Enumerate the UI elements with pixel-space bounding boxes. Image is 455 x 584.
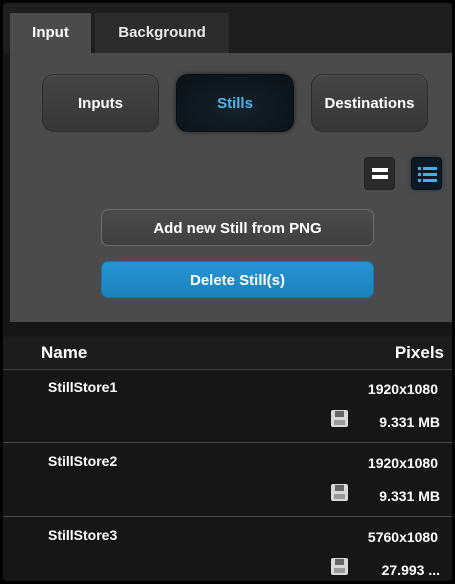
column-header-name[interactable]: Name — [41, 337, 87, 369]
column-header-pixels[interactable]: Pixels — [395, 337, 444, 369]
single-view-button[interactable] — [364, 157, 395, 190]
table-row[interactable]: StillStore2 1920x1080 9.331 MB — [3, 444, 452, 517]
still-pixels: 1920x1080 — [367, 381, 438, 397]
tab-input[interactable]: Input — [10, 13, 91, 53]
still-name: StillStore2 — [48, 453, 118, 469]
stills-window: Input Background Inputs Stills Destinati… — [3, 3, 452, 581]
still-size: 9.331 MB — [379, 488, 440, 504]
floppy-disk-icon — [331, 410, 348, 427]
tab-bar: Input Background — [3, 3, 452, 53]
table-header: Name Pixels — [3, 337, 452, 370]
still-size: 9.331 MB — [379, 414, 440, 430]
still-name: StillStore3 — [48, 527, 118, 543]
inputs-button[interactable]: Inputs — [42, 74, 159, 132]
still-pixels: 5760x1080 — [367, 529, 438, 545]
still-pixels: 1920x1080 — [367, 455, 438, 471]
delete-still-button[interactable]: Delete Still(s) — [101, 261, 374, 298]
list-view-button[interactable] — [411, 157, 442, 190]
tab-background[interactable]: Background — [95, 13, 229, 53]
stills-button[interactable]: Stills — [176, 74, 294, 132]
table-row[interactable]: StillStore3 5760x1080 27.993 ... — [3, 518, 452, 581]
input-panel: Inputs Stills Destinations Add new Still… — [10, 53, 452, 322]
floppy-disk-icon — [331, 484, 348, 501]
still-size: 27.993 ... — [381, 562, 440, 578]
destinations-button[interactable]: Destinations — [311, 74, 428, 132]
table-row[interactable]: StillStore1 1920x1080 9.331 MB — [3, 370, 452, 443]
add-still-button[interactable]: Add new Still from PNG — [101, 209, 374, 246]
still-name: StillStore1 — [48, 379, 118, 395]
floppy-disk-icon — [331, 558, 348, 575]
